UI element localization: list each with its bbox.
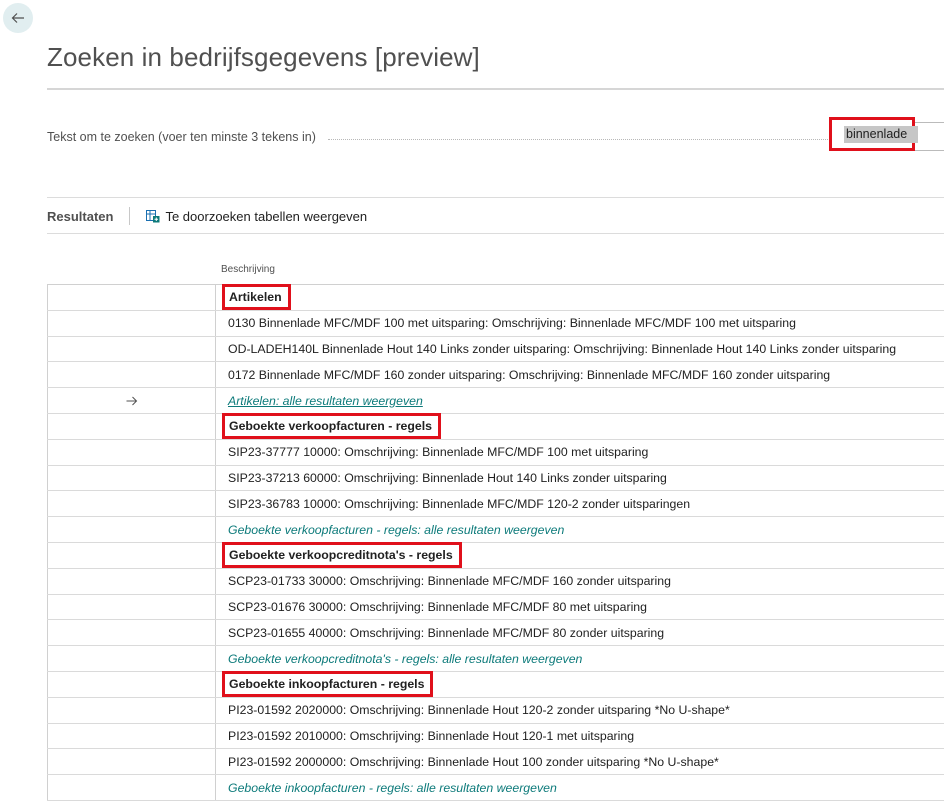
show-tables-button[interactable]: Te doorzoeken tabellen weergeven	[146, 209, 367, 224]
search-field-highlight	[829, 117, 918, 151]
show-all-link[interactable]: Artikelen: alle resultaten weergeven	[228, 394, 423, 408]
page-title: Zoeken in bedrijfsgegevens [preview]	[47, 42, 480, 72]
result-row[interactable]: SIP23-37777 10000: Omschrijving: Binnenl…	[47, 439, 944, 466]
result-text[interactable]: SIP23-37777 10000: Omschrijving: Binnenl…	[228, 445, 648, 459]
row-gutter[interactable]	[47, 517, 216, 542]
row-gutter[interactable]	[47, 310, 216, 336]
search-label: Tekst om te zoeken (voer ten minste 3 te…	[47, 130, 316, 144]
result-row[interactable]: SIP23-36783 10000: Omschrijving: Binnenl…	[47, 491, 944, 518]
row-gutter[interactable]	[47, 723, 216, 749]
back-arrow-icon	[11, 13, 24, 23]
show-all-link[interactable]: Geboekte verkoopcreditnota's - regels: a…	[228, 652, 582, 666]
row-gutter[interactable]	[47, 671, 216, 697]
result-row[interactable]: SCP23-01733 30000: Omschrijving: Binnenl…	[47, 568, 944, 595]
show-tables-label: Te doorzoeken tabellen weergeven	[165, 208, 368, 224]
row-gutter[interactable]	[47, 594, 216, 620]
row-gutter[interactable]	[47, 285, 216, 310]
row-gutter[interactable]	[47, 491, 216, 517]
result-row[interactable]: PI23-01592 2000000: Omschrijving: Binnen…	[47, 749, 944, 776]
row-gutter[interactable]	[47, 336, 216, 362]
result-text[interactable]: SIP23-36783 10000: Omschrijving: Binnenl…	[228, 497, 690, 511]
row-gutter[interactable]	[47, 568, 216, 594]
search-field-extension	[915, 122, 944, 151]
show-all-row[interactable]: Artikelen: alle resultaten weergeven	[47, 388, 944, 414]
result-row[interactable]: PI23-01592 2010000: Omschrijving: Binnen…	[47, 723, 944, 750]
row-gutter[interactable]	[47, 542, 216, 568]
result-text[interactable]: SCP23-01676 30000: Omschrijving: Binnenl…	[228, 600, 647, 614]
row-gutter[interactable]	[47, 646, 216, 671]
result-text[interactable]: SIP23-37213 60000: Omschrijving: Binnenl…	[228, 471, 667, 485]
column-header-description[interactable]: Beschrijving	[221, 264, 275, 275]
group-row: Geboekte inkoopfacturen - regels	[47, 671, 944, 698]
group-row: Geboekte verkoopfacturen - regels	[47, 413, 944, 440]
results-grid: Artikelen 0130 Binnenlade MFC/MDF 100 me…	[47, 284, 944, 801]
tab-results[interactable]: Resultaten	[47, 209, 113, 224]
toolbar-divider	[47, 233, 944, 234]
result-text[interactable]: 0130 Binnenlade MFC/MDF 100 met uitspari…	[228, 316, 796, 330]
group-title: Geboekte verkoopfacturen - regels	[222, 413, 441, 440]
result-text[interactable]: SCP23-01733 30000: Omschrijving: Binnenl…	[228, 574, 671, 588]
result-text[interactable]: PI23-01592 2000000: Omschrijving: Binnen…	[228, 755, 719, 769]
group-title: Artikelen	[222, 284, 291, 311]
show-all-link[interactable]: Geboekte inkoopfacturen - regels: alle r…	[228, 781, 557, 795]
arrow-right-icon	[126, 396, 137, 405]
toolbar-separator	[129, 207, 131, 225]
row-gutter[interactable]	[47, 620, 216, 646]
section-divider	[47, 197, 944, 198]
show-all-row[interactable]: Geboekte verkoopcreditnota's - regels: a…	[47, 646, 944, 672]
show-all-row[interactable]: Geboekte verkoopfacturen - regels: alle …	[47, 517, 944, 543]
result-row[interactable]: SIP23-37213 60000: Omschrijving: Binnenl…	[47, 465, 944, 492]
result-text[interactable]: OD-LADEH140L Binnenlade Hout 140 Links z…	[228, 342, 896, 356]
row-gutter[interactable]	[47, 413, 216, 439]
back-button[interactable]	[3, 3, 33, 33]
row-gutter[interactable]	[47, 362, 216, 388]
result-row[interactable]: SCP23-01655 40000: Omschrijving: Binnenl…	[47, 620, 944, 647]
result-row[interactable]: 0130 Binnenlade MFC/MDF 100 met uitspari…	[47, 310, 944, 337]
result-text[interactable]: PI23-01592 2010000: Omschrijving: Binnen…	[228, 729, 634, 743]
result-text[interactable]: 0172 Binnenlade MFC/MDF 160 zonder uitsp…	[228, 368, 830, 382]
group-row: Artikelen	[47, 284, 944, 311]
group-title: Geboekte verkoopcreditnota's - regels	[222, 542, 462, 569]
title-divider	[47, 88, 944, 90]
row-gutter[interactable]	[47, 465, 216, 491]
search-label-leader	[328, 139, 828, 140]
show-all-row[interactable]: Geboekte inkoopfacturen - regels: alle r…	[47, 775, 944, 801]
result-row[interactable]: PI23-01592 2020000: Omschrijving: Binnen…	[47, 697, 944, 724]
group-title: Geboekte inkoopfacturen - regels	[222, 671, 434, 698]
results-toolbar: Resultaten Te doorzoeken tabellen weerge…	[47, 207, 367, 225]
row-gutter[interactable]	[47, 775, 216, 800]
result-row[interactable]: 0172 Binnenlade MFC/MDF 160 zonder uitsp…	[47, 362, 944, 389]
row-gutter[interactable]	[47, 697, 216, 723]
result-row[interactable]: OD-LADEH140L Binnenlade Hout 140 Links z…	[47, 336, 944, 363]
show-all-link[interactable]: Geboekte verkoopfacturen - regels: alle …	[228, 523, 564, 537]
row-gutter[interactable]	[47, 388, 216, 413]
group-row: Geboekte verkoopcreditnota's - regels	[47, 542, 944, 569]
row-gutter[interactable]	[47, 749, 216, 775]
result-text[interactable]: PI23-01592 2020000: Omschrijving: Binnen…	[228, 703, 730, 717]
result-text[interactable]: SCP23-01655 40000: Omschrijving: Binnenl…	[228, 626, 664, 640]
row-gutter[interactable]	[47, 439, 216, 465]
result-row[interactable]: SCP23-01676 30000: Omschrijving: Binnenl…	[47, 594, 944, 621]
table-view-icon	[146, 209, 160, 222]
search-input[interactable]	[844, 125, 918, 143]
